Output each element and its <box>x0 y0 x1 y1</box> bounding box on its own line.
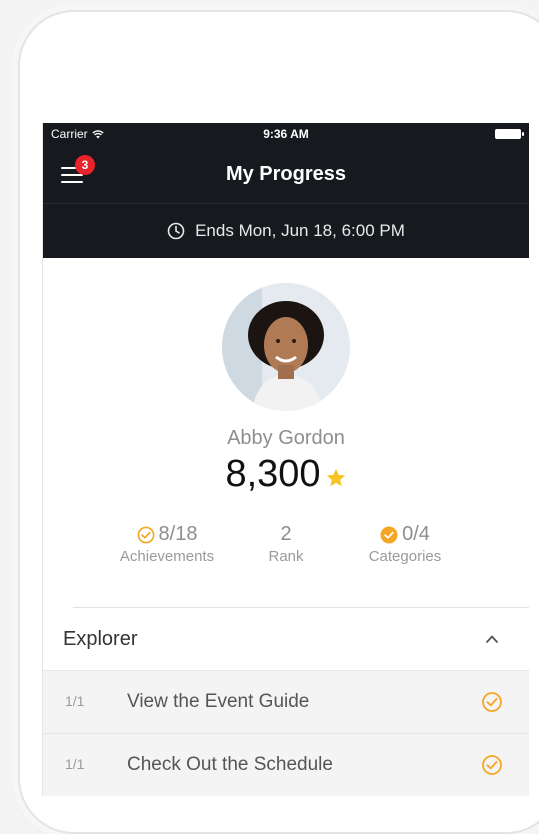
check-circle-outline-icon <box>137 526 154 543</box>
nav-bar: 3 My Progress <box>43 145 529 203</box>
user-name: Abby Gordon <box>227 427 345 449</box>
task-row[interactable]: 1/1 View the Event Guide <box>43 670 529 733</box>
task-title: View the Event Guide <box>127 691 310 712</box>
challenge-end-banner: Ends Mon, Jun 18, 6:00 PM <box>43 203 529 258</box>
avatar-image <box>222 283 350 411</box>
check-circle-filled-icon <box>380 526 398 543</box>
status-time: 9:36 AM <box>263 127 309 141</box>
battery-icon <box>495 129 524 139</box>
stat-label: Categories <box>368 548 442 565</box>
check-circle-outline-icon <box>482 755 502 775</box>
stat-value: 8/18 <box>158 523 198 545</box>
section-header-explorer[interactable]: Explorer <box>43 608 529 670</box>
star-icon <box>326 468 345 486</box>
chevron-up-icon[interactable] <box>485 632 499 646</box>
clock-icon <box>167 222 185 240</box>
task-row[interactable]: 1/1 Check Out the Schedule <box>43 733 529 796</box>
points-display: 8,300 <box>43 453 529 496</box>
task-title: Check Out the Schedule <box>127 754 333 775</box>
stat-categories[interactable]: 0/4 Categories <box>335 523 475 565</box>
status-bar: Carrier 9:36 AM <box>43 123 529 145</box>
points-value: 8,300 <box>225 453 321 495</box>
check-circle-outline-icon <box>482 692 502 712</box>
task-count: 1/1 <box>65 756 85 772</box>
stat-value: 2 <box>280 523 292 545</box>
avatar <box>222 283 350 411</box>
stat-categories-value-row: 0/4 <box>335 523 475 546</box>
task-count: 1/1 <box>65 693 85 709</box>
stats-row: 8/18 Achievements 2 Rank 0/4 Categories <box>43 523 529 583</box>
end-time-text: Ends Mon, Jun 18, 6:00 PM <box>195 221 405 240</box>
page-title: My Progress <box>225 163 347 185</box>
stat-value: 0/4 <box>402 523 430 545</box>
app-screen: Carrier 9:36 AM 3 My Progress Ends Mon, … <box>42 123 529 797</box>
section-title: Explorer <box>63 628 138 650</box>
